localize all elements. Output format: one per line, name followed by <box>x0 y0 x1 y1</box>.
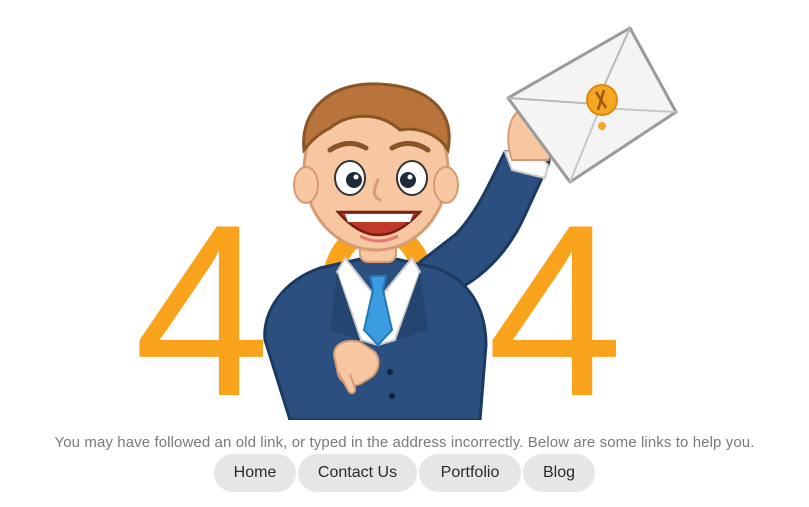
nav-home-link[interactable]: Home <box>214 454 296 492</box>
error-hero: 4 0 4 <box>134 26 678 420</box>
nav-portfolio-link[interactable]: Portfolio <box>419 454 521 492</box>
error-message: You may have followed an old link, or ty… <box>54 434 755 451</box>
help-links-nav: Home Contact Us Portfolio Blog <box>0 454 809 492</box>
nav-contact-us-link[interactable]: Contact Us <box>298 454 417 492</box>
error-page: 4 0 4 <box>0 0 809 507</box>
nav-blog-link[interactable]: Blog <box>523 454 595 492</box>
error-code-digit-1: 4 <box>134 173 270 420</box>
